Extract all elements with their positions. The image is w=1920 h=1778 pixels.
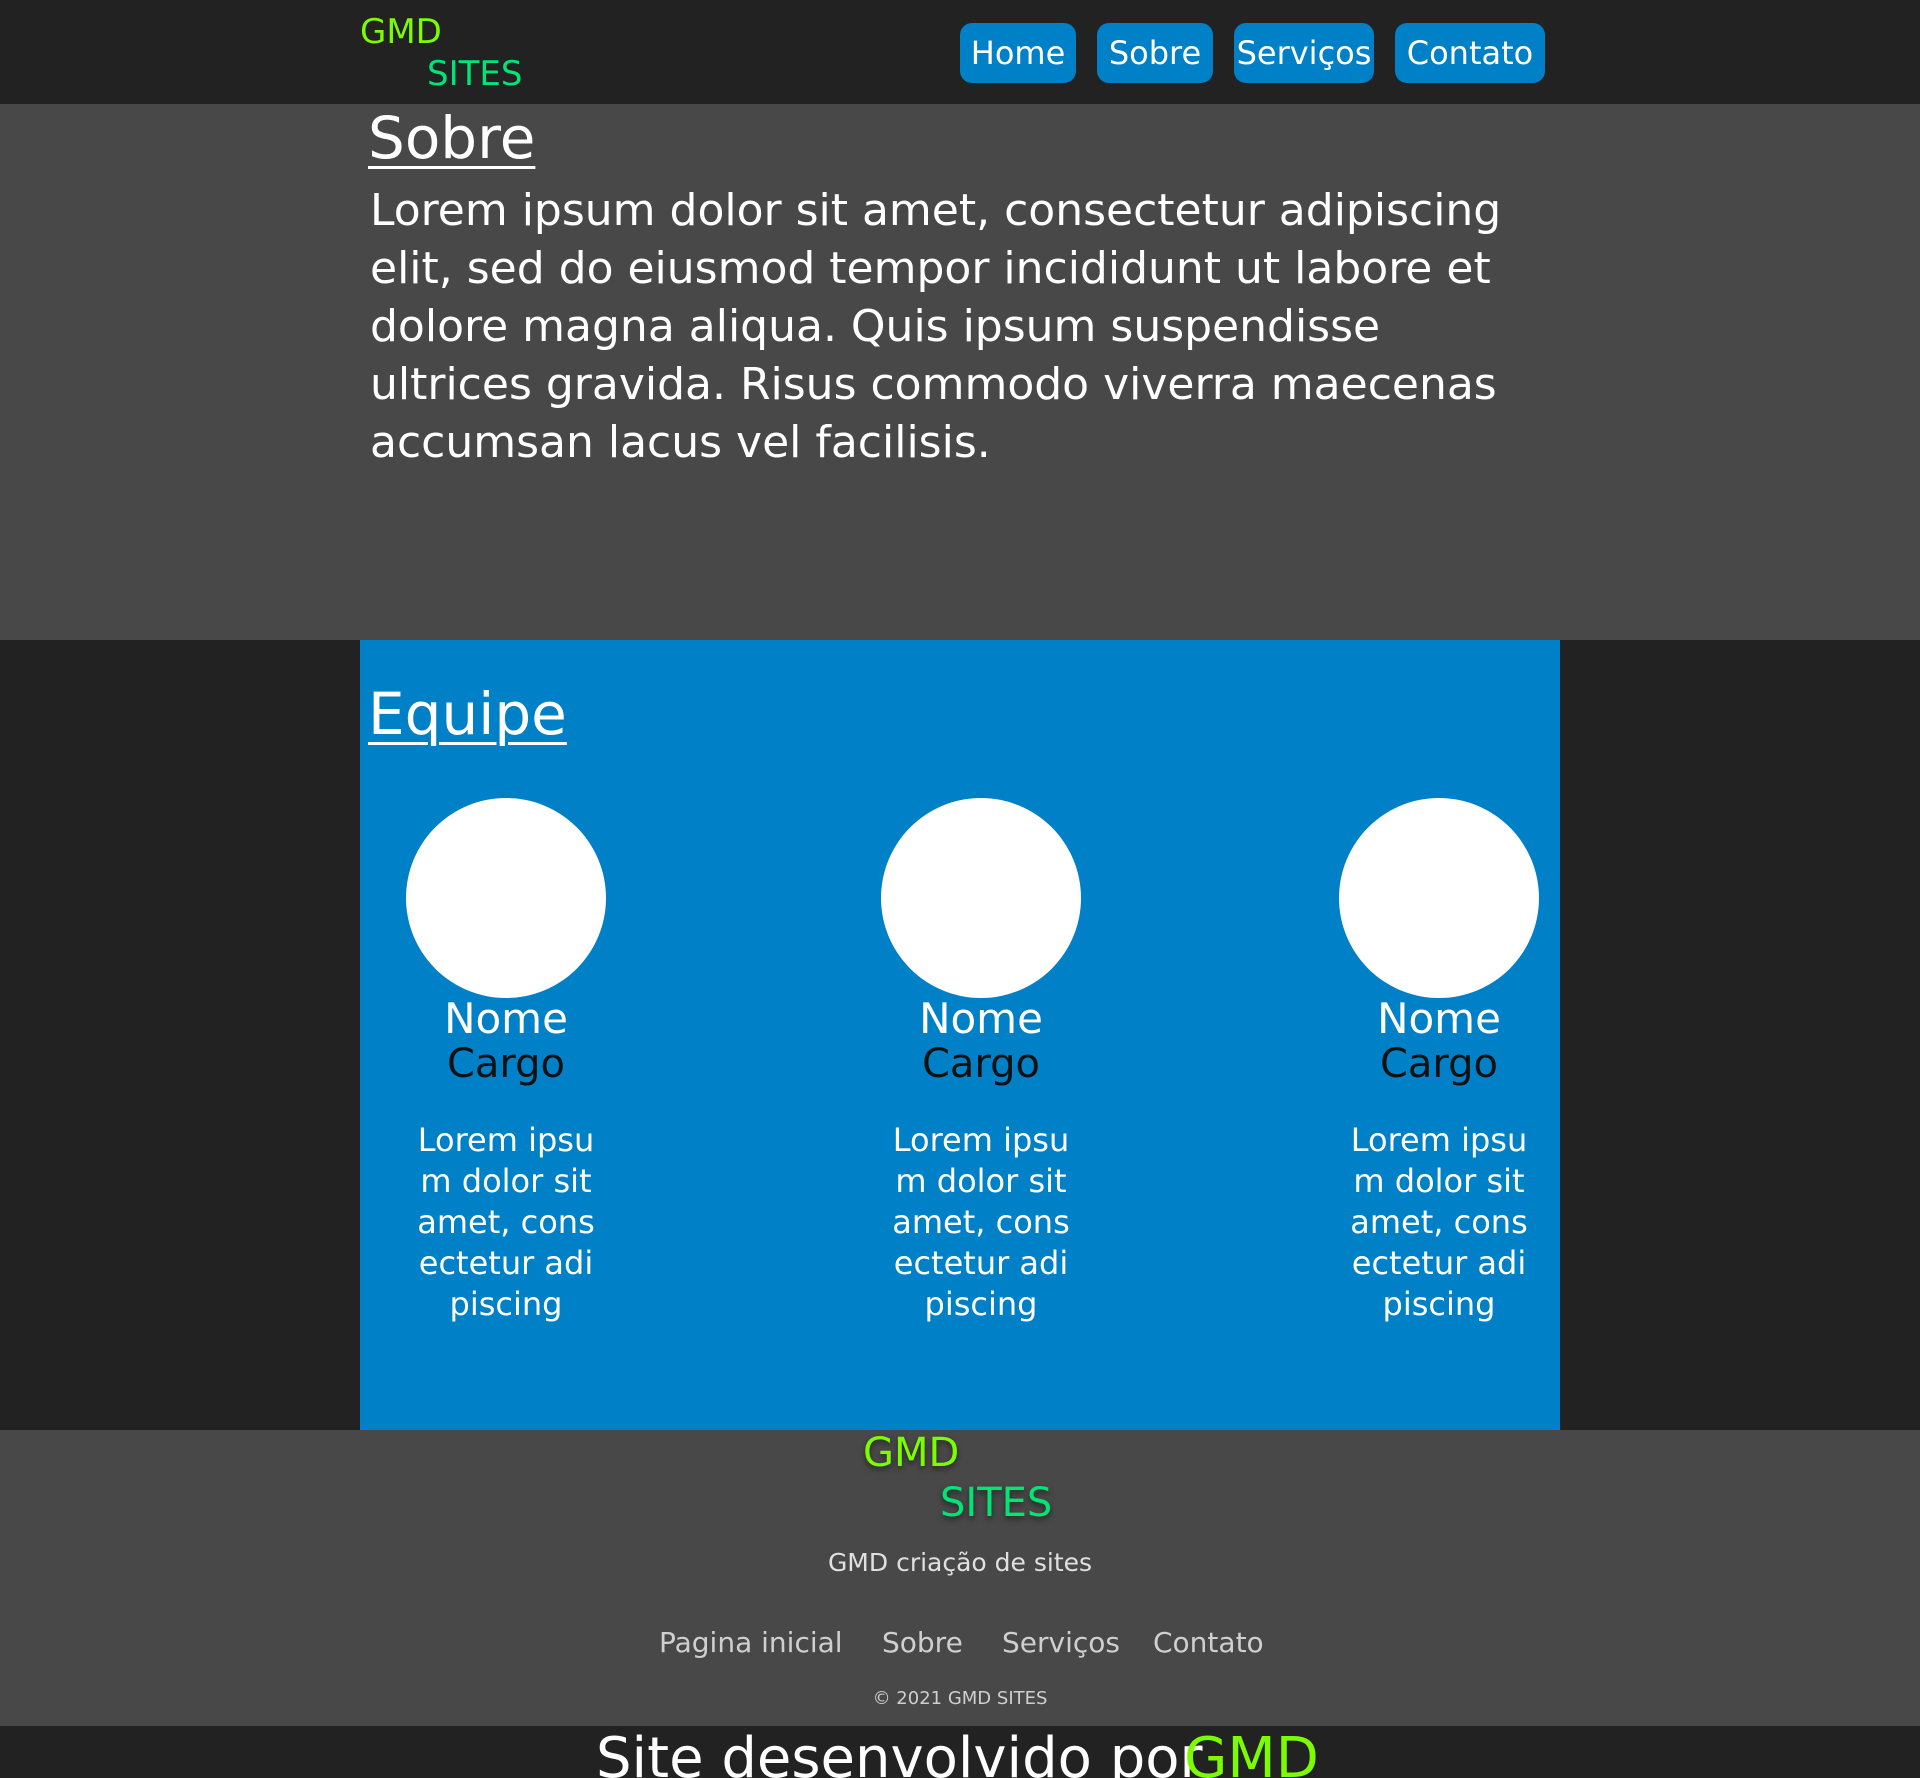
team-member-card: Nome Cargo Lorem ipsum dolor sit amet, c… bbox=[1324, 798, 1554, 1378]
sobre-text: Lorem ipsum dolor sit amet, consectetur … bbox=[370, 185, 1502, 468]
footer-link-contato[interactable]: Contato bbox=[1153, 1626, 1264, 1659]
footer-link-pagina-inicial[interactable]: Pagina inicial bbox=[659, 1626, 843, 1659]
team-member-card: Nome Cargo Lorem ipsum dolor sit amet, c… bbox=[866, 798, 1096, 1378]
member-name: Nome bbox=[1377, 994, 1501, 1043]
header-logo[interactable]: GMD SITES bbox=[360, 12, 540, 96]
site-header: GMD SITES Home Sobre Serviços Contato bbox=[0, 0, 1920, 104]
credit-brand[interactable]: GMD bbox=[1184, 1726, 1319, 1778]
footer-link-servicos[interactable]: Serviços bbox=[1002, 1626, 1120, 1659]
avatar bbox=[1339, 798, 1539, 998]
member-name: Nome bbox=[444, 994, 568, 1043]
team-member-card: Nome Cargo Lorem ipsum dolor sit amet, c… bbox=[391, 798, 621, 1378]
logo-line-sites: SITES bbox=[427, 54, 523, 94]
developer-credit-bar: Site desenvolvido por GMD bbox=[0, 1726, 1920, 1778]
avatar bbox=[881, 798, 1081, 998]
member-description: Lorem ipsum dolor sit amet, consectetur … bbox=[892, 1121, 1070, 1323]
logo-line-gmd: GMD bbox=[863, 1430, 960, 1476]
credit-text: Site desenvolvido por bbox=[596, 1726, 1203, 1778]
member-description: Lorem ipsum dolor sit amet, consectetur … bbox=[1350, 1121, 1528, 1323]
copyright-text: © 2021 GMD SITES bbox=[872, 1688, 1048, 1709]
equipe-title: Equipe bbox=[368, 680, 567, 748]
member-role: Cargo bbox=[1379, 1041, 1499, 1087]
sobre-section: Sobre Lorem ipsum dolor sit amet, consec… bbox=[0, 104, 1920, 640]
site-footer: GMD SITES GMD criação de sites Pagina in… bbox=[0, 1430, 1920, 1726]
nav-sobre-button[interactable]: Sobre bbox=[1097, 23, 1213, 83]
member-name: Nome bbox=[919, 994, 1043, 1043]
sobre-title: Sobre bbox=[368, 104, 536, 172]
logo-line-gmd: GMD bbox=[360, 12, 442, 52]
nav-home-button[interactable]: Home bbox=[960, 23, 1076, 83]
member-role: Cargo bbox=[446, 1041, 566, 1087]
nav-servicos-button[interactable]: Serviços bbox=[1234, 23, 1374, 83]
avatar bbox=[406, 798, 606, 998]
member-description: Lorem ipsum dolor sit amet, consectetur … bbox=[417, 1121, 595, 1323]
equipe-section: Equipe Nome Cargo Lorem ipsum dolor sit … bbox=[360, 640, 1560, 1430]
nav-contato-button[interactable]: Contato bbox=[1395, 23, 1545, 83]
logo-line-sites: SITES bbox=[940, 1480, 1053, 1526]
member-role: Cargo bbox=[921, 1041, 1041, 1087]
footer-tagline: GMD criação de sites bbox=[827, 1548, 1093, 1577]
footer-link-sobre[interactable]: Sobre bbox=[882, 1626, 963, 1659]
footer-logo[interactable]: GMD SITES bbox=[863, 1430, 1083, 1530]
